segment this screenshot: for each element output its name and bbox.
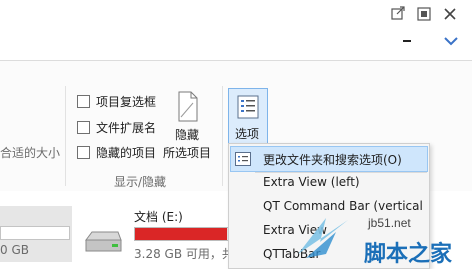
help-icon: [444, 37, 458, 46]
hide-page-icon: [178, 91, 198, 122]
maximize-icon: [417, 7, 431, 21]
close-icon: [444, 8, 456, 20]
checkbox[interactable]: [77, 94, 90, 108]
help-button[interactable]: [440, 30, 462, 52]
drive-usage-bar: [0, 226, 70, 240]
group-divider: [65, 86, 66, 186]
drive-tile-partial[interactable]: 0 GB: [0, 206, 72, 262]
drive-free-text: 3.28 GB 可用，共: [134, 247, 234, 261]
drive-name: 文档 (E:): [134, 210, 183, 224]
drive-usage-bar: [134, 227, 236, 241]
watermark-name: 脚本之家: [364, 242, 453, 267]
menu-item-label: QT Command Bar (vertical): [263, 199, 423, 213]
folder-options-icon: [235, 152, 251, 166]
hide-selected-line1: 隐藏: [175, 128, 200, 142]
checkbox[interactable]: [77, 120, 90, 134]
group-label-show-hide: 显示/隐藏: [114, 175, 167, 189]
checkbox-label: 文件扩展名: [96, 120, 157, 135]
options-button[interactable]: 选项: [228, 88, 268, 144]
maximize-button[interactable]: [416, 6, 432, 22]
close-button[interactable]: [442, 6, 458, 22]
hide-selected-button[interactable]: 隐藏 所选项目: [161, 91, 217, 161]
restore-window-button[interactable]: [390, 6, 406, 22]
hard-drive-icon: [85, 231, 122, 252]
menu-item-folder-options[interactable]: 更改文件夹和搜索选项(O): [230, 146, 428, 172]
watermark-logo-icon: [298, 218, 348, 258]
drive-usage-fill: [135, 228, 227, 240]
checkbox-item-checkboxes[interactable]: 项目复选框: [77, 92, 156, 110]
menu-item-extra-view-left[interactable]: Extra View (left): [229, 170, 429, 194]
options-label: 选项: [235, 127, 260, 141]
minus-icon: [403, 40, 411, 42]
drive-size-text: 0 GB: [0, 243, 29, 257]
checkbox-hidden-items[interactable]: 隐藏的项目: [77, 143, 156, 161]
watermark: jb51.net 脚本之家: [296, 214, 472, 267]
menu-item-label: Extra View (left): [263, 175, 360, 189]
checkbox-file-extensions[interactable]: 文件扩展名: [77, 118, 156, 136]
checkbox[interactable]: [77, 145, 90, 159]
watermark-site: jb51.net: [368, 216, 411, 230]
restore-window-icon: [391, 6, 405, 20]
hide-selected-line2: 所选项目: [163, 146, 212, 160]
options-icon: [237, 95, 259, 119]
menu-item-label: 更改文件夹和搜索选项(O): [263, 152, 402, 167]
checkbox-label: 隐藏的项目: [96, 145, 157, 160]
checkbox-label: 项目复选框: [96, 94, 157, 109]
drive-tile-e[interactable]: 文档 (E:) 3.28 GB 可用，共: [80, 210, 236, 266]
size-columns-label: 合适的大小: [0, 146, 61, 160]
minimize-ribbon-button[interactable]: [400, 35, 416, 45]
group-divider: [222, 86, 223, 186]
